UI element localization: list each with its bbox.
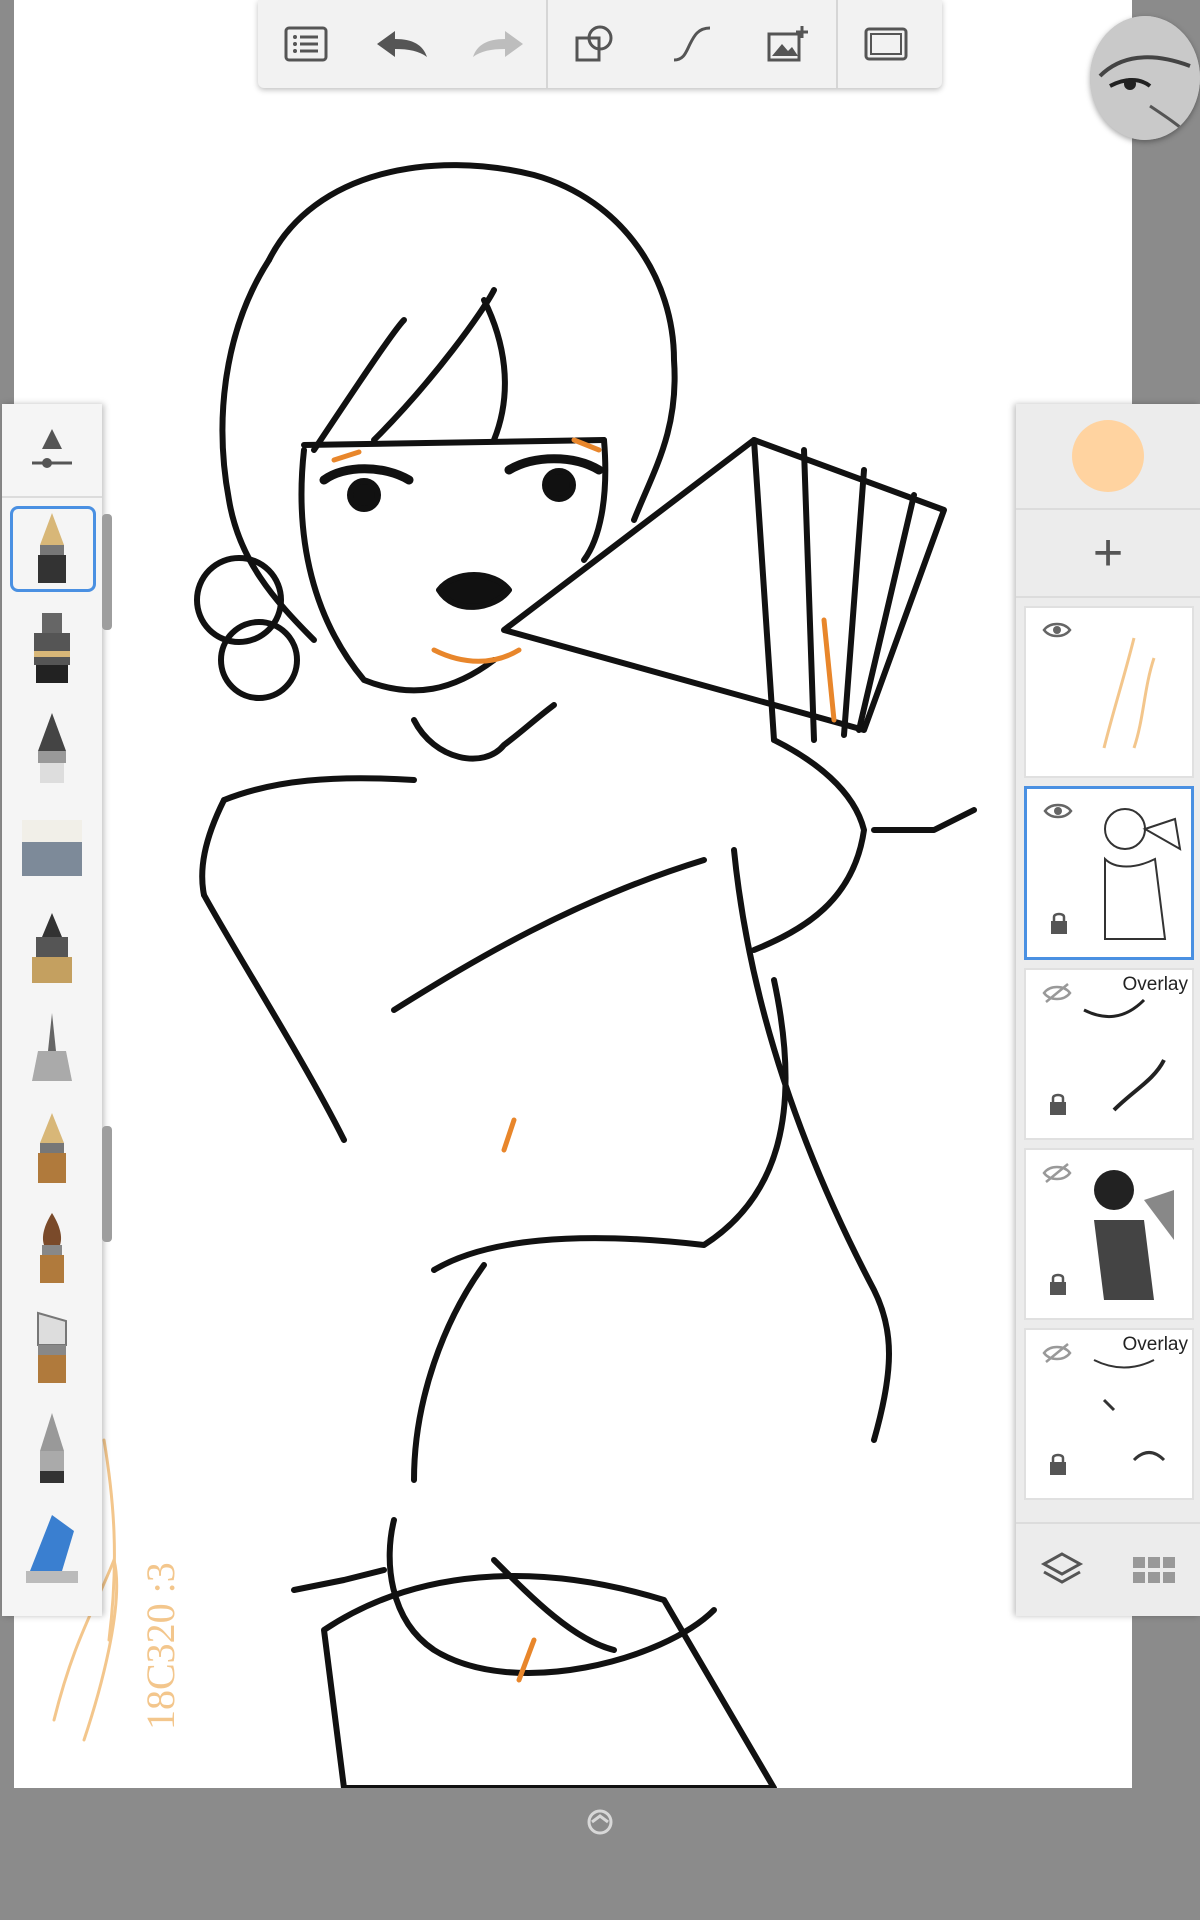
layer-blend-mode: Overlay — [1122, 974, 1188, 995]
reference-thumbnail-icon — [1090, 16, 1200, 140]
lineart-drawing: 18C320 :3 — [52, 162, 977, 1788]
shapes-button[interactable] — [548, 0, 644, 88]
airbrush-icon — [26, 1515, 78, 1583]
fountain-pen-icon — [38, 513, 66, 583]
layer-thumbnail — [1102, 637, 1156, 749]
brush-properties-icon — [32, 429, 72, 468]
layer-thumbnail — [1094, 1170, 1174, 1300]
import-image-icon — [767, 26, 808, 62]
eye-hidden-icon[interactable] — [1042, 1342, 1072, 1364]
sync-handle-icon[interactable] — [586, 1808, 614, 1836]
top-toolbar — [258, 0, 942, 88]
drawing-canvas[interactable]: 18C320 :3 — [14, 0, 1132, 1788]
brush-airbrush[interactable] — [2, 1498, 102, 1598]
eye-icon[interactable] — [1042, 620, 1072, 640]
brush-calligraphy[interactable] — [2, 698, 102, 798]
lock-icon[interactable] — [1049, 911, 1069, 935]
layers-panel: + Overlay Overlay — [1016, 404, 1200, 1616]
canvas-signature: 18C320 :3 — [138, 1562, 183, 1730]
brush-paint[interactable] — [2, 1198, 102, 1298]
layer-thumbnail — [1093, 1359, 1166, 1462]
reference-avatar[interactable] — [1090, 16, 1200, 140]
layer-item[interactable] — [1024, 1148, 1194, 1320]
layer-item[interactable] — [1024, 606, 1194, 778]
layer-item-selected[interactable] — [1024, 786, 1194, 960]
brush-fountain-pen[interactable] — [2, 498, 102, 598]
brush-eraser[interactable] — [2, 798, 102, 898]
brush-gold-nib[interactable] — [2, 1098, 102, 1198]
brush-flat[interactable] — [2, 1298, 102, 1398]
undo-button[interactable] — [354, 0, 450, 88]
brush-ink-pen[interactable] — [2, 598, 102, 698]
import-image-button[interactable] — [740, 0, 836, 88]
eye-hidden-icon[interactable] — [1042, 982, 1072, 1004]
redo-icon — [473, 31, 523, 57]
menu-button[interactable] — [258, 0, 354, 88]
gold-nib-icon — [38, 1113, 66, 1183]
redo-button[interactable] — [450, 0, 546, 88]
flat-brush-icon — [37, 1311, 67, 1383]
calligraphy-nib-icon — [38, 713, 66, 783]
lock-icon[interactable] — [1048, 1092, 1068, 1116]
add-layer-icon: + — [1092, 524, 1124, 582]
ink-pen-icon — [34, 613, 70, 683]
eye-icon[interactable] — [1043, 801, 1073, 821]
brush-scrollbar[interactable] — [102, 514, 112, 630]
brush-pencil[interactable] — [2, 1398, 102, 1498]
layers-list-icon — [284, 26, 328, 62]
eye-hidden-icon[interactable] — [1042, 1162, 1072, 1184]
layers-stack-icon[interactable] — [1040, 1550, 1084, 1590]
shapes-icon — [575, 25, 613, 62]
paint-brush-icon — [40, 1213, 64, 1283]
stroke-tool-button[interactable] — [644, 0, 740, 88]
layer-thumbnail — [1104, 808, 1182, 940]
layers-footer — [1016, 1522, 1200, 1616]
brush-size-slider[interactable] — [2, 404, 102, 498]
layer-item[interactable]: Overlay — [1024, 1328, 1194, 1500]
lock-icon[interactable] — [1048, 1272, 1068, 1296]
add-layer-button[interactable]: + — [1016, 510, 1200, 598]
layer-item[interactable]: Overlay — [1024, 968, 1194, 1140]
fullscreen-button[interactable] — [838, 0, 934, 88]
layer-blend-mode: Overlay — [1122, 1334, 1188, 1355]
brush-marker[interactable] — [2, 898, 102, 998]
brush-scrollbar[interactable] — [102, 1126, 112, 1242]
stroke-curve-icon — [673, 26, 711, 62]
fine-liner-icon — [32, 1013, 72, 1081]
fullscreen-icon — [864, 27, 908, 61]
current-color-swatch[interactable] — [1072, 420, 1144, 492]
color-picker-cell[interactable] — [1016, 404, 1200, 510]
brush-palette — [2, 404, 112, 1616]
layer-thumbnail — [1083, 998, 1166, 1112]
brush-fine-liner[interactable] — [2, 998, 102, 1098]
eraser-icon — [22, 820, 82, 876]
pencil-icon — [40, 1413, 64, 1483]
lock-icon[interactable] — [1048, 1452, 1068, 1476]
marker-icon — [32, 913, 72, 983]
undo-icon — [377, 31, 427, 57]
brush-list — [2, 498, 112, 1598]
grid-view-icon[interactable] — [1132, 1555, 1176, 1585]
